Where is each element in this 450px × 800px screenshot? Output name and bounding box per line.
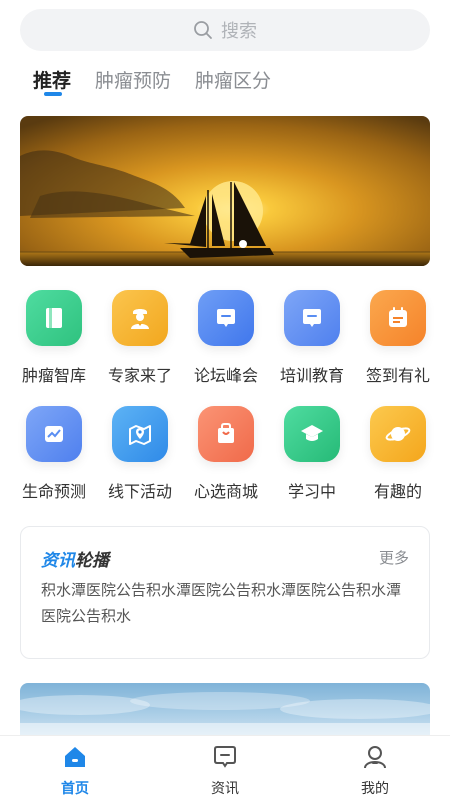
grid-label: 肿瘤智库 xyxy=(21,366,86,385)
tabbar-label: 首页 xyxy=(61,781,89,797)
training-chat-icon xyxy=(284,290,340,346)
grid-label: 线下活动 xyxy=(107,482,172,501)
tabbar-label: 我的 xyxy=(361,781,389,797)
forum-chat-icon xyxy=(198,290,254,346)
grid-label: 学习中 xyxy=(287,482,336,501)
book-icon xyxy=(26,290,82,346)
feature-grid-row-1: 肿瘤智库 专家来了 论坛峰会 培训教育 签到有礼 xyxy=(0,290,450,386)
grid-item-tumor-library[interactable]: 肿瘤智库 xyxy=(11,290,97,386)
feature-grid-row-2: 生命预测 线下活动 心选商城 学习中 有趣的 xyxy=(0,406,450,502)
home-icon xyxy=(62,744,88,774)
grid-label: 签到有礼 xyxy=(365,366,430,385)
grid-label: 论坛峰会 xyxy=(193,366,258,385)
tab-tumor-distinction[interactable]: 肿瘤区分 xyxy=(195,60,271,100)
message-icon xyxy=(212,744,238,774)
grid-label: 专家来了 xyxy=(107,366,172,385)
tab-tumor-prevention[interactable]: 肿瘤预防 xyxy=(95,60,171,100)
tabbar-news[interactable]: 资讯 xyxy=(150,736,300,800)
banner-carousel[interactable] xyxy=(20,116,430,266)
carousel-indicator-dot[interactable] xyxy=(239,240,247,248)
doctor-icon xyxy=(112,290,168,346)
bottom-tab-bar: 首页 资讯 我的 xyxy=(0,735,450,800)
map-location-icon xyxy=(112,406,168,462)
tabbar-label: 资讯 xyxy=(211,781,239,797)
grid-item-life-prediction[interactable]: 生命预测 xyxy=(11,406,97,502)
grid-item-fun[interactable]: 有趣的 xyxy=(355,406,441,502)
search-icon xyxy=(193,20,213,40)
news-announcement-text[interactable]: 积水潭医院公告积水潭医院公告积水潭医院公告积水潭医院公告积水 xyxy=(41,577,413,629)
sailboat-sunset-image xyxy=(20,116,430,266)
sign-in-calendar-icon xyxy=(370,290,426,346)
grid-item-offline-events[interactable]: 线下活动 xyxy=(97,406,183,502)
tabbar-home[interactable]: 首页 xyxy=(0,736,150,800)
sky-clouds-image xyxy=(20,692,430,743)
grid-label: 生命预测 xyxy=(21,482,86,501)
tabbar-profile[interactable]: 我的 xyxy=(300,736,450,800)
grid-item-learning[interactable]: 学习中 xyxy=(269,406,355,502)
grid-label: 培训教育 xyxy=(279,366,344,385)
grid-label: 有趣的 xyxy=(373,482,422,501)
grid-item-mall[interactable]: 心选商城 xyxy=(183,406,269,502)
search-placeholder: 搜索 xyxy=(221,21,257,42)
tab-recommend[interactable]: 推荐 xyxy=(20,60,71,100)
secondary-banner[interactable] xyxy=(20,683,430,743)
grid-item-training[interactable]: 培训教育 xyxy=(269,290,355,386)
news-more-link[interactable]: 更多 xyxy=(379,547,409,568)
news-carousel-logo: 资讯轮播 xyxy=(41,551,109,571)
graduation-cap-icon xyxy=(284,406,340,462)
planet-icon xyxy=(370,406,426,462)
grid-label: 心选商城 xyxy=(193,482,258,501)
grid-item-forum[interactable]: 论坛峰会 xyxy=(183,290,269,386)
news-carousel-card[interactable]: 资讯轮播 更多 积水潭医院公告积水潭医院公告积水潭医院公告积水潭医院公告积水 xyxy=(20,526,430,659)
grid-item-sign-in[interactable]: 签到有礼 xyxy=(355,290,441,386)
category-tabs: 推荐 肿瘤预防 肿瘤区分 xyxy=(20,60,271,100)
grid-item-experts[interactable]: 专家来了 xyxy=(97,290,183,386)
profile-icon xyxy=(362,744,388,774)
trend-chart-icon xyxy=(26,406,82,462)
shopping-bag-icon xyxy=(198,406,254,462)
search-bar[interactable]: 搜索 xyxy=(20,9,430,51)
